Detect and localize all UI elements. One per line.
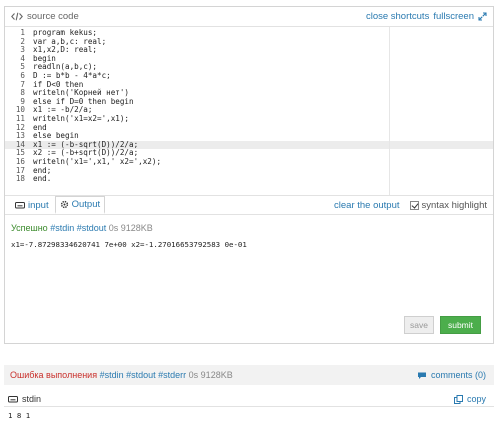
gear-icon <box>60 200 69 209</box>
code-line[interactable]: 16 writeln('x1=',x1,' x2=',x2); <box>5 156 493 167</box>
line-number: 18 <box>15 174 25 184</box>
editor-header: source code close shortcuts fullscreen <box>5 7 493 27</box>
program-output: x1=-7.87298334620741 7e+00 x2=-1.2701665… <box>11 240 247 249</box>
code-text: writeln('x1=',x1,' x2=',x2); <box>33 156 162 166</box>
code-text: end. <box>33 174 52 184</box>
tab-output[interactable]: Output <box>54 196 106 214</box>
syntax-highlight-label: syntax highlight <box>421 199 487 211</box>
keyboard-icon <box>15 201 25 209</box>
line-number: 6 <box>20 70 25 80</box>
line-number: 2 <box>20 36 25 46</box>
status-stats: 0s 9128KB <box>108 223 153 233</box>
line-number: 4 <box>20 53 25 63</box>
copy-icon[interactable] <box>453 394 463 404</box>
submit-button[interactable]: submit <box>440 316 481 334</box>
editor-panel: source code close shortcuts fullscreen 1… <box>4 6 494 344</box>
keyboard-icon <box>8 395 18 403</box>
code-editor[interactable]: 1 program kekus; 2 var a,b,c: real; 3 x1,x2,D… <box>5 27 493 195</box>
tab-output-label: Output <box>71 199 101 210</box>
code-line[interactable]: 11 writeln('x1=x2=',x1); <box>5 113 493 124</box>
error-tags[interactable]: #stdin #stdout #stderr <box>100 370 187 380</box>
print-margin <box>389 27 390 195</box>
status-success: Успешно <box>11 223 48 233</box>
error-status: Ошибка выполнения <box>10 370 98 380</box>
stdin-header: stdin copy <box>4 392 494 407</box>
output-status: Успешно #stdin #stdout 0s 9128KB <box>5 215 493 233</box>
error-stats: 0s 9128KB <box>188 370 233 380</box>
stdin-title: stdin <box>22 394 42 404</box>
tab-input[interactable]: input <box>11 198 53 213</box>
expand-icon[interactable] <box>478 12 487 21</box>
code-text: writeln('x1=x2=',x1); <box>33 113 130 123</box>
stdin-value: 1 8 1 <box>8 411 31 420</box>
code-line[interactable]: 18 end. <box>5 174 493 184</box>
copy-link[interactable]: copy <box>467 394 486 404</box>
close-shortcuts-link[interactable]: close shortcuts <box>366 11 429 22</box>
status-tags[interactable]: #stdin #stdout <box>50 223 106 233</box>
comments-link[interactable]: comments (0) <box>431 370 486 380</box>
save-button[interactable]: save <box>404 316 434 334</box>
syntax-highlight-toggle[interactable]: syntax highlight <box>409 199 487 211</box>
line-number: 5 <box>20 62 25 72</box>
line-number: 8 <box>20 88 25 98</box>
line-number: 1 <box>20 28 25 37</box>
code-icon <box>11 12 23 21</box>
code-line[interactable]: 17 end; <box>5 166 493 176</box>
editor-title: source code <box>27 11 79 22</box>
runtime-error-bar: Ошибка выполнения #stdin #stdout #stderr… <box>4 365 494 385</box>
syntax-highlight-checkbox[interactable] <box>409 200 419 210</box>
comment-icon[interactable] <box>417 371 427 380</box>
line-number: 7 <box>20 79 25 89</box>
io-tabs: input Output clear the output syntax hig… <box>5 195 493 215</box>
line-number: 3 <box>20 45 25 55</box>
tab-input-label: input <box>28 199 49 211</box>
code-line[interactable]: 3 x1,x2,D: real; <box>5 46 493 55</box>
fullscreen-link[interactable]: fullscreen <box>433 11 474 22</box>
clear-output-link[interactable]: clear the output <box>334 200 400 211</box>
